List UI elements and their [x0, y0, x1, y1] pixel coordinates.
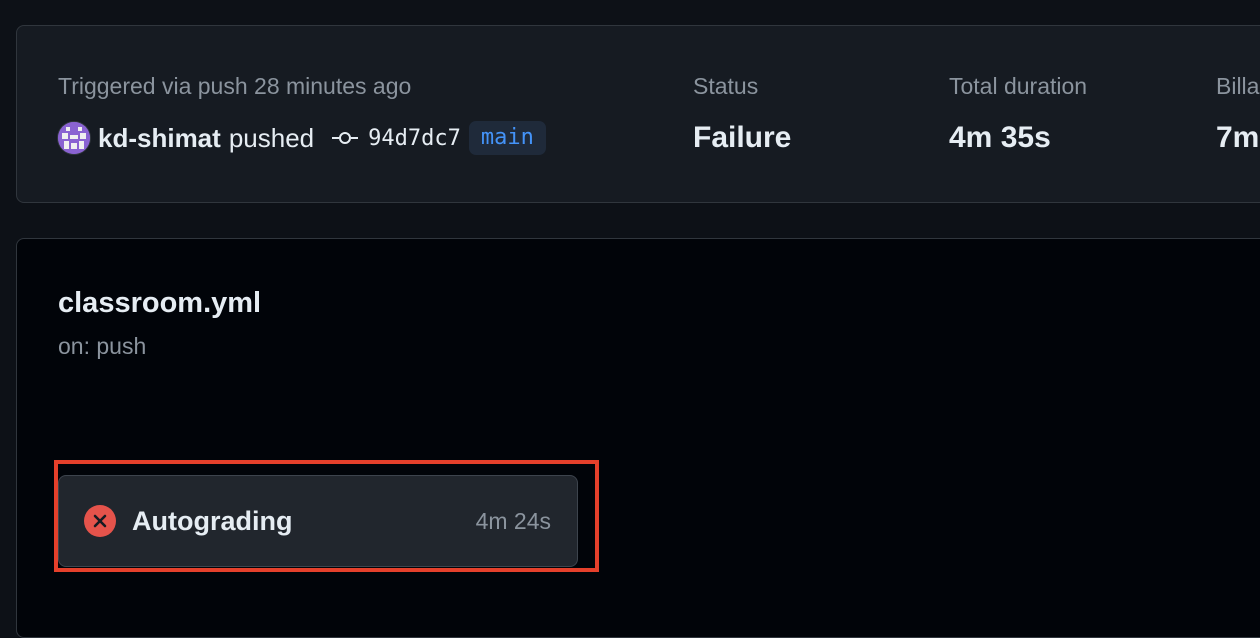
status-value: Failure: [693, 121, 792, 154]
billable-section: Billa 7m: [1216, 72, 1259, 156]
duration-label: Total duration: [949, 73, 1088, 99]
action-text: pushed: [228, 122, 315, 153]
billable-value: 7m: [1216, 121, 1260, 154]
branch-badge[interactable]: main: [468, 121, 546, 155]
actor-link[interactable]: kd-shimat: [98, 123, 221, 154]
status-label: Status: [693, 73, 759, 99]
workflow-name: classroom.yml: [58, 287, 262, 319]
duration-section: Total duration 4m 35s: [949, 72, 1087, 156]
highlight-annotation: [54, 460, 599, 572]
trigger-section: Triggered via push 28 minutes ago: [58, 72, 411, 100]
workflow-graph-card: classroom.yml on: push: [16, 238, 1260, 638]
identicon-icon: [58, 122, 90, 154]
billable-label: Billa: [1216, 73, 1260, 99]
workflow-trigger: on: push: [58, 333, 147, 359]
duration-value: 4m 35s: [949, 121, 1051, 154]
trigger-row: kd-shimat pushed 94d7dc7 main: [58, 120, 546, 156]
status-section: Status Failure: [693, 72, 791, 156]
avatar[interactable]: [58, 122, 90, 154]
run-summary-card: Triggered via push 28 minutes ago kd-shi…: [16, 25, 1260, 203]
trigger-text: Triggered via push 28 minutes ago: [58, 73, 412, 99]
git-commit-icon: [332, 130, 359, 146]
commit-sha-link[interactable]: 94d7dc7: [368, 126, 461, 151]
